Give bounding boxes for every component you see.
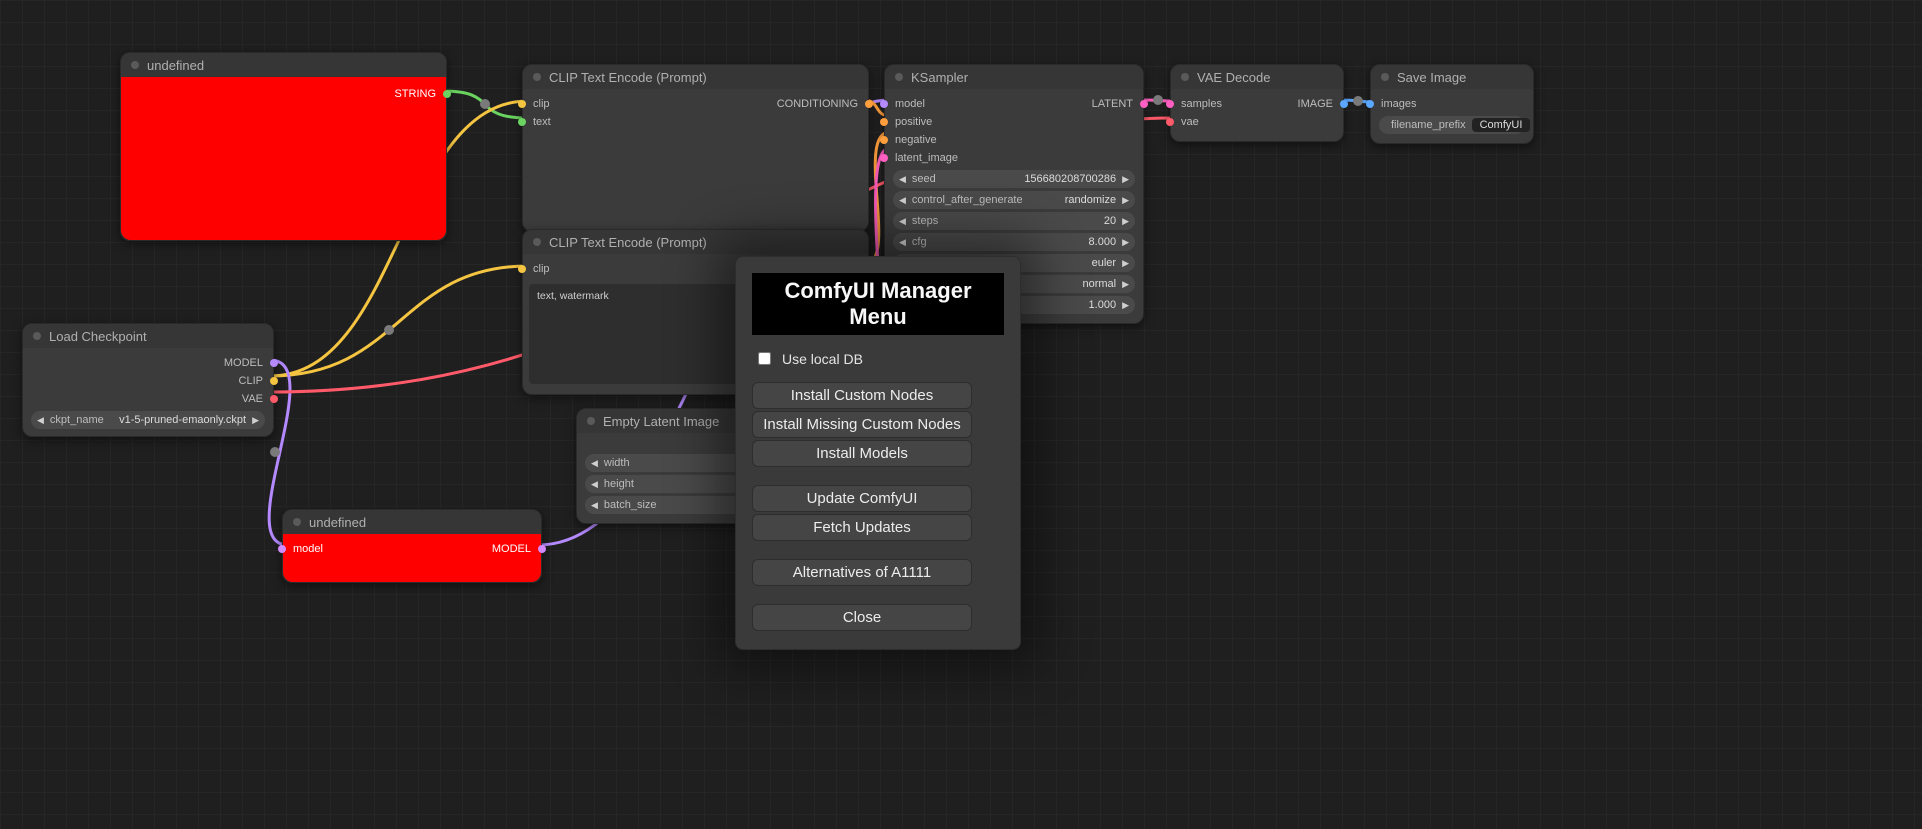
node-load-checkpoint[interactable]: Load Checkpoint MODEL CLIP VAE ◀ ckpt_na… xyxy=(22,323,274,437)
input-port-latent[interactable] xyxy=(880,154,888,162)
input-port-samples[interactable] xyxy=(1166,100,1174,108)
node-title[interactable]: CLIP Text Encode (Prompt) xyxy=(523,65,868,89)
modal-title: ComfyUI Manager Menu xyxy=(752,273,1004,335)
widget-label: ckpt_name xyxy=(50,414,104,426)
title-text: VAE Decode xyxy=(1197,70,1270,85)
input-port-vae[interactable] xyxy=(1166,118,1174,126)
node-save-image[interactable]: Save Image images filename_prefix ComfyU… xyxy=(1370,64,1534,144)
title-text: CLIP Text Encode (Prompt) xyxy=(549,235,707,250)
input-label: images xyxy=(1381,98,1416,110)
collapse-icon xyxy=(33,332,41,340)
collapse-icon xyxy=(1181,73,1189,81)
input-port-positive[interactable] xyxy=(880,118,888,126)
checkbox-label: Use local DB xyxy=(782,351,863,367)
node-title[interactable]: CLIP Text Encode (Prompt) xyxy=(523,230,868,254)
use-local-db-row[interactable]: Use local DB xyxy=(754,349,1002,368)
title-text: Save Image xyxy=(1397,70,1466,85)
arrow-left-icon: ◀ xyxy=(591,500,598,511)
output-label: MODEL xyxy=(224,357,263,369)
widget-label: height xyxy=(604,478,634,490)
input-label: negative xyxy=(895,134,937,146)
title-text: undefined xyxy=(147,58,204,73)
close-button[interactable]: Close xyxy=(752,604,972,631)
collapse-icon xyxy=(131,61,139,69)
input-label: positive xyxy=(895,116,932,128)
collapse-icon xyxy=(895,73,903,81)
manager-menu-modal[interactable]: ComfyUI Manager Menu Use local DB Instal… xyxy=(735,256,1021,650)
install-custom-nodes-button[interactable]: Install Custom Nodes xyxy=(752,382,972,409)
node-title[interactable]: VAE Decode xyxy=(1171,65,1343,89)
widget-filename-prefix[interactable]: filename_prefix ComfyUI xyxy=(1379,116,1525,134)
input-label: samples xyxy=(1181,98,1222,110)
input-label: vae xyxy=(1181,116,1199,128)
title-text: KSampler xyxy=(911,70,968,85)
node-title[interactable]: undefined xyxy=(283,510,541,534)
node-title[interactable]: undefined xyxy=(121,53,446,77)
alternatives-a1111-button[interactable]: Alternatives of A1111 xyxy=(752,559,972,586)
install-missing-custom-nodes-button[interactable]: Install Missing Custom Nodes xyxy=(752,411,972,438)
widget-value: v1-5-pruned-emaonly.ckpt xyxy=(110,414,246,426)
update-comfyui-button[interactable]: Update ComfyUI xyxy=(752,485,972,512)
input-label: text xyxy=(533,116,551,128)
title-text: Load Checkpoint xyxy=(49,329,147,344)
input-port-clip[interactable] xyxy=(518,265,526,273)
node-graph-canvas[interactable]: undefined STRING CLIP Text Encode (Promp… xyxy=(0,0,1922,829)
input-label: clip xyxy=(533,263,550,275)
output-port-clip[interactable] xyxy=(270,377,278,385)
widget-seed[interactable]: ◀seed156680208700286▶ xyxy=(893,170,1135,188)
input-port-model[interactable] xyxy=(880,100,888,108)
widget-ckpt-name[interactable]: ◀ ckpt_name v1-5-pruned-emaonly.ckpt ▶ xyxy=(31,411,265,429)
input-label: clip xyxy=(533,98,550,110)
arrow-right-icon: ▶ xyxy=(252,415,259,426)
arrow-left-icon: ◀ xyxy=(591,479,598,490)
input-port-model[interactable] xyxy=(278,545,286,553)
output-port-model[interactable] xyxy=(538,545,546,553)
title-text: undefined xyxy=(309,515,366,530)
node-title[interactable]: Save Image xyxy=(1371,65,1533,89)
collapse-icon xyxy=(533,73,541,81)
output-port-model[interactable] xyxy=(270,359,278,367)
output-port-string[interactable] xyxy=(443,90,451,98)
collapse-icon xyxy=(1381,73,1389,81)
input-port-clip[interactable] xyxy=(518,100,526,108)
install-models-button[interactable]: Install Models xyxy=(752,440,972,467)
collapse-icon xyxy=(533,238,541,246)
use-local-db-checkbox[interactable] xyxy=(758,352,771,365)
widget-cfg[interactable]: ◀cfg8.000▶ xyxy=(893,233,1135,251)
input-label: latent_image xyxy=(895,152,958,164)
node-title[interactable]: Load Checkpoint xyxy=(23,324,273,348)
title-text: Empty Latent Image xyxy=(603,414,719,429)
collapse-icon xyxy=(293,518,301,526)
title-text: CLIP Text Encode (Prompt) xyxy=(549,70,707,85)
collapse-icon xyxy=(587,417,595,425)
widget-value: ComfyUI xyxy=(1472,118,1531,132)
widget-label: width xyxy=(604,457,630,469)
fetch-updates-button[interactable]: Fetch Updates xyxy=(752,514,972,541)
widget-steps[interactable]: ◀steps20▶ xyxy=(893,212,1135,230)
widget-control-after-generate[interactable]: ◀control_after_generaterandomize▶ xyxy=(893,191,1135,209)
node-undefined-1[interactable]: undefined STRING xyxy=(120,52,447,241)
output-port-vae[interactable] xyxy=(270,395,278,403)
input-label: model xyxy=(293,543,323,555)
node-clip-encode-positive[interactable]: CLIP Text Encode (Prompt) CONDITIONING c… xyxy=(522,64,869,232)
node-vae-decode[interactable]: VAE Decode IMAGE samples vae xyxy=(1170,64,1344,142)
node-undefined-2[interactable]: undefined model MODEL xyxy=(282,509,542,583)
output-label: CLIP xyxy=(239,375,263,387)
arrow-left-icon: ◀ xyxy=(591,458,598,469)
input-port-images[interactable] xyxy=(1366,100,1374,108)
arrow-left-icon: ◀ xyxy=(37,415,44,426)
widget-label: batch_size xyxy=(604,499,657,511)
node-title[interactable]: KSampler xyxy=(885,65,1143,89)
output-label: VAE xyxy=(242,393,263,405)
input-label: model xyxy=(895,98,925,110)
widget-label: filename_prefix xyxy=(1391,119,1466,131)
input-port-negative[interactable] xyxy=(880,136,888,144)
output-label: STRING xyxy=(394,88,436,100)
output-label: MODEL xyxy=(492,543,531,555)
input-port-text[interactable] xyxy=(518,118,526,126)
